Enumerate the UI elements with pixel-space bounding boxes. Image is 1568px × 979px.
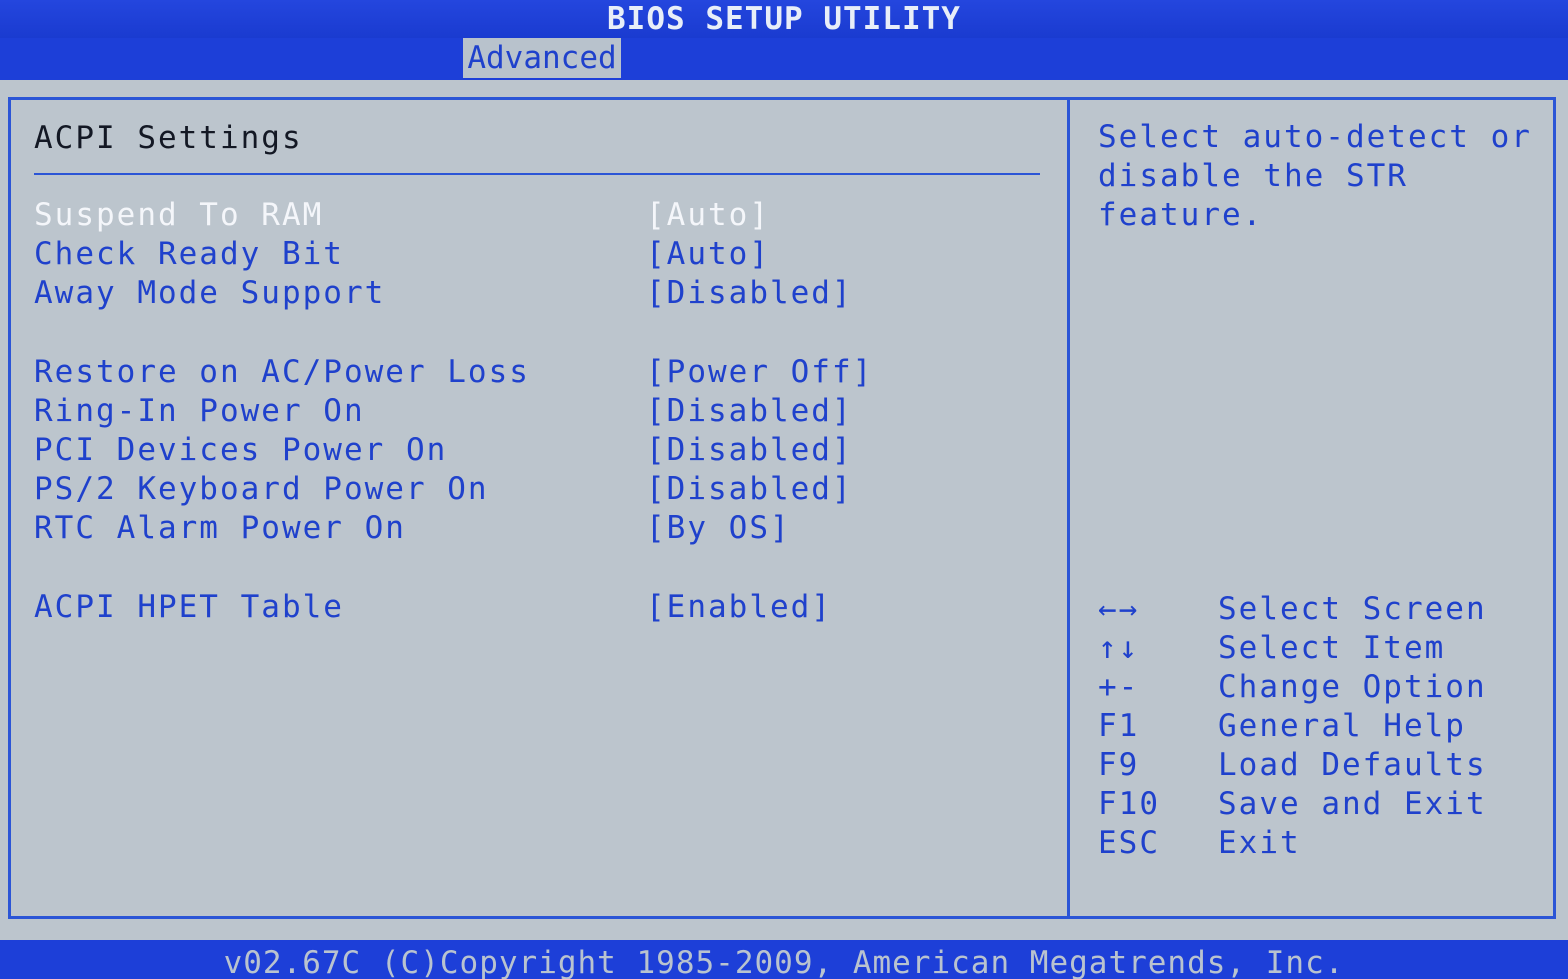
- key-description: Load Defaults: [1218, 747, 1487, 783]
- key-name: ESC: [1098, 825, 1160, 861]
- key-legend-item: F10 Save and Exit: [1098, 785, 1538, 824]
- panel-divider: [1067, 97, 1070, 919]
- section-rule: [34, 173, 1040, 175]
- help-line: Select auto-detect or: [1098, 119, 1532, 155]
- section-title: ACPI Settings: [34, 120, 303, 156]
- key-legend-item: +- Change Option: [1098, 668, 1538, 707]
- setting-ps2-keyboard-power-on[interactable]: PS/2 Keyboard Power On [Disabled]: [34, 470, 1044, 509]
- setting-label: PS/2 Keyboard Power On: [34, 471, 489, 507]
- setting-label: RTC Alarm Power On: [34, 510, 406, 546]
- key-description: Save and Exit: [1218, 786, 1487, 822]
- key-name: F1: [1098, 708, 1140, 744]
- setting-value[interactable]: [Enabled]: [646, 588, 832, 627]
- setting-label: Restore on AC/Power Loss: [34, 354, 530, 390]
- setting-check-ready-bit[interactable]: Check Ready Bit [Auto]: [34, 235, 1044, 274]
- setting-value[interactable]: [Auto]: [646, 196, 770, 235]
- plus-minus-icon: +-: [1098, 669, 1140, 705]
- setting-value[interactable]: [Disabled]: [646, 392, 853, 431]
- setting-value[interactable]: [Disabled]: [646, 431, 853, 470]
- setting-acpi-hpet-table[interactable]: ACPI HPET Table [Enabled]: [34, 588, 1044, 627]
- help-text: Select auto-detect or disable the STR fe…: [1098, 118, 1538, 235]
- setting-value[interactable]: [Auto]: [646, 235, 770, 274]
- setting-pci-devices-power-on[interactable]: PCI Devices Power On [Disabled]: [34, 431, 1044, 470]
- key-description: Select Screen: [1218, 591, 1487, 627]
- setting-label: ACPI HPET Table: [34, 589, 344, 625]
- setting-restore-on-ac-power-loss[interactable]: Restore on AC/Power Loss [Power Off]: [34, 353, 1044, 392]
- tab-advanced[interactable]: Advanced: [463, 38, 621, 78]
- setting-ring-in-power-on[interactable]: Ring-In Power On [Disabled]: [34, 392, 1044, 431]
- setting-away-mode-support[interactable]: Away Mode Support [Disabled]: [34, 274, 1044, 313]
- key-description: Change Option: [1218, 669, 1487, 705]
- setting-value[interactable]: [Power Off]: [646, 353, 873, 392]
- setting-value[interactable]: [Disabled]: [646, 274, 853, 313]
- key-legend-item: ←→ Select Screen: [1098, 590, 1538, 629]
- key-legend-item: F9 Load Defaults: [1098, 746, 1538, 785]
- menu-bar: Advanced: [0, 38, 1568, 80]
- setting-value[interactable]: [By OS]: [646, 509, 791, 548]
- left-right-arrows-icon: ←→: [1098, 591, 1140, 627]
- key-description: Select Item: [1218, 630, 1446, 666]
- setting-label: Check Ready Bit: [34, 236, 344, 272]
- setting-value[interactable]: [Disabled]: [646, 470, 853, 509]
- help-line: disable the STR: [1098, 158, 1408, 194]
- key-name: F9: [1098, 747, 1140, 783]
- key-name: F10: [1098, 786, 1160, 822]
- setting-label: Away Mode Support: [34, 275, 386, 311]
- key-description: General Help: [1218, 708, 1466, 744]
- settings-panel: ACPI Settings Suspend To RAM [Auto] Chec…: [0, 80, 1568, 940]
- up-down-arrows-icon: ↑↓: [1098, 630, 1140, 666]
- setting-suspend-to-ram[interactable]: Suspend To RAM [Auto]: [34, 196, 1044, 235]
- key-legend-item: ESC Exit: [1098, 824, 1538, 863]
- window-title: BIOS SETUP UTILITY: [607, 1, 961, 37]
- setting-rtc-alarm-power-on[interactable]: RTC Alarm Power On [By OS]: [34, 509, 1044, 548]
- bios-title-bar: BIOS SETUP UTILITY: [0, 0, 1568, 38]
- copyright-footer: v02.67C (C)Copyright 1985-2009, American…: [0, 940, 1568, 979]
- setting-label: Suspend To RAM: [34, 197, 324, 233]
- key-legend: ←→ Select Screen ↑↓ Select Item +- Chang…: [1098, 590, 1538, 863]
- setting-label: PCI Devices Power On: [34, 432, 448, 468]
- key-description: Exit: [1218, 825, 1301, 861]
- help-line: feature.: [1098, 197, 1264, 233]
- key-legend-item: F1 General Help: [1098, 707, 1538, 746]
- setting-label: Ring-In Power On: [34, 393, 365, 429]
- key-legend-item: ↑↓ Select Item: [1098, 629, 1538, 668]
